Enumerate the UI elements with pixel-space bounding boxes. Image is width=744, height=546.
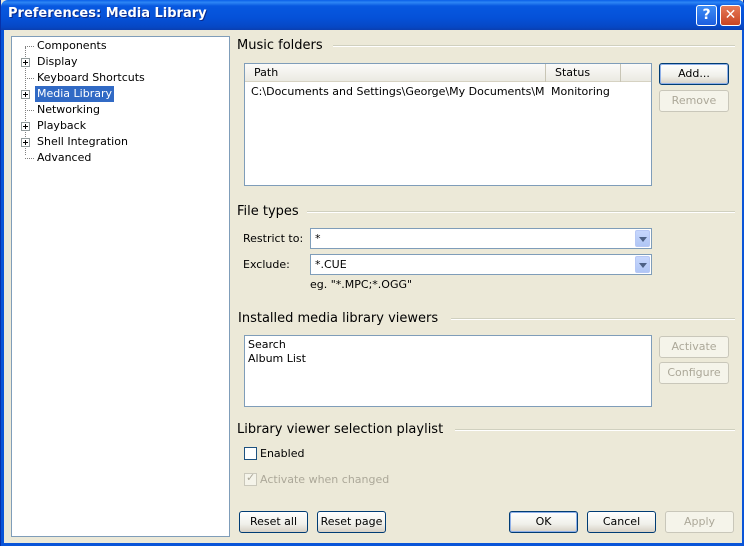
list-item[interactable]: Album List [248, 352, 306, 366]
add-folder-button[interactable]: Add... [659, 63, 729, 85]
tree-dots [25, 110, 34, 111]
remove-folder-button[interactable]: Remove [659, 90, 729, 112]
exclude-combo[interactable]: *.CUE [310, 254, 652, 275]
tree-item-label: Keyboard Shortcuts [37, 71, 145, 84]
tree-item-label: Networking [37, 103, 100, 116]
viewers-list[interactable]: Search Album List [244, 335, 652, 407]
enabled-checkbox[interactable] [244, 447, 257, 460]
group-divider [333, 45, 735, 47]
tree-item-display[interactable]: Display [12, 54, 212, 70]
file-types-heading: File types [237, 204, 299, 219]
close-icon[interactable]: ✕ [720, 5, 741, 26]
window-title: Preferences: Media Library [8, 6, 207, 21]
file-types-hint: eg. "*.MPC;*.OGG" [310, 278, 413, 291]
tree-item-label: Display [37, 55, 78, 68]
restrict-to-combo[interactable]: * [310, 228, 652, 249]
tree-item-label: Media Library [35, 86, 114, 102]
title-bar[interactable]: Preferences: Media Library ? ✕ [1, 0, 744, 30]
group-divider [307, 211, 735, 213]
window-frame-left [1, 30, 4, 546]
checkmark-icon: ✓ [246, 471, 256, 484]
activate-viewer-button[interactable]: Activate [659, 336, 729, 358]
help-icon[interactable]: ? [696, 5, 717, 26]
tree-item-label: Playback [37, 119, 87, 132]
exclude-label: Exclude: [243, 258, 290, 271]
group-divider [451, 318, 735, 320]
tree-item-components[interactable]: Components [12, 38, 212, 54]
music-folders-heading: Music folders [237, 38, 323, 53]
tree-item-label: Components [37, 39, 107, 52]
expand-icon[interactable] [21, 58, 30, 67]
folder-path-cell[interactable]: C:\Documents and Settings\George\My Docu… [251, 85, 544, 99]
column-header-path[interactable]: Path [245, 64, 546, 82]
tree-item-playback[interactable]: Playback [12, 118, 212, 134]
tree-item-advanced[interactable]: Advanced [12, 150, 212, 166]
exclude-value: *.CUE [315, 258, 347, 271]
apply-button[interactable]: Apply [665, 511, 734, 533]
viewers-heading: Installed media library viewers [238, 311, 439, 326]
tree-dots [25, 158, 34, 159]
tree-dots [25, 46, 34, 47]
list-item[interactable]: Search [248, 338, 286, 352]
activate-when-changed-checkbox[interactable]: ✓ [244, 471, 257, 486]
expand-icon[interactable] [21, 90, 30, 99]
group-divider [455, 429, 735, 431]
folder-status-cell[interactable]: Monitoring [551, 85, 631, 99]
list-header: Path Status [245, 64, 651, 82]
ok-button[interactable]: OK [509, 511, 578, 533]
reset-all-button[interactable]: Reset all [239, 511, 308, 533]
restrict-to-label: Restrict to: [243, 232, 304, 245]
dropdown-arrow-icon[interactable] [635, 256, 650, 273]
reset-page-button[interactable]: Reset page [317, 511, 386, 533]
expand-icon[interactable] [21, 138, 30, 147]
tree-item-shell-integration[interactable]: Shell Integration [12, 134, 212, 150]
activate-when-changed-label: Activate when changed [260, 473, 390, 486]
configure-viewer-button[interactable]: Configure [659, 362, 729, 384]
expand-icon[interactable] [21, 122, 30, 131]
dropdown-arrow-icon[interactable] [635, 230, 650, 247]
tree-dots [25, 78, 34, 79]
restrict-to-value: * [315, 232, 321, 245]
tree-item-keyboard-shortcuts[interactable]: Keyboard Shortcuts [12, 70, 212, 86]
tree-item-label: Advanced [37, 151, 92, 164]
tree-item-media-library[interactable]: Media Library [12, 86, 212, 102]
column-header-status[interactable]: Status [546, 64, 621, 82]
preferences-tree[interactable]: Components Display Keyboard Shortcuts Me… [11, 36, 230, 537]
playlist-heading: Library viewer selection playlist [237, 422, 444, 437]
cancel-button[interactable]: Cancel [587, 511, 656, 533]
tree-item-networking[interactable]: Networking [12, 102, 212, 118]
music-folders-list[interactable]: Path Status C:\Documents and Settings\Ge… [244, 63, 652, 186]
enabled-label: Enabled [260, 447, 305, 460]
preferences-window: Preferences: Media Library ? ✕ Component… [0, 0, 744, 546]
tree-item-label: Shell Integration [37, 135, 128, 148]
